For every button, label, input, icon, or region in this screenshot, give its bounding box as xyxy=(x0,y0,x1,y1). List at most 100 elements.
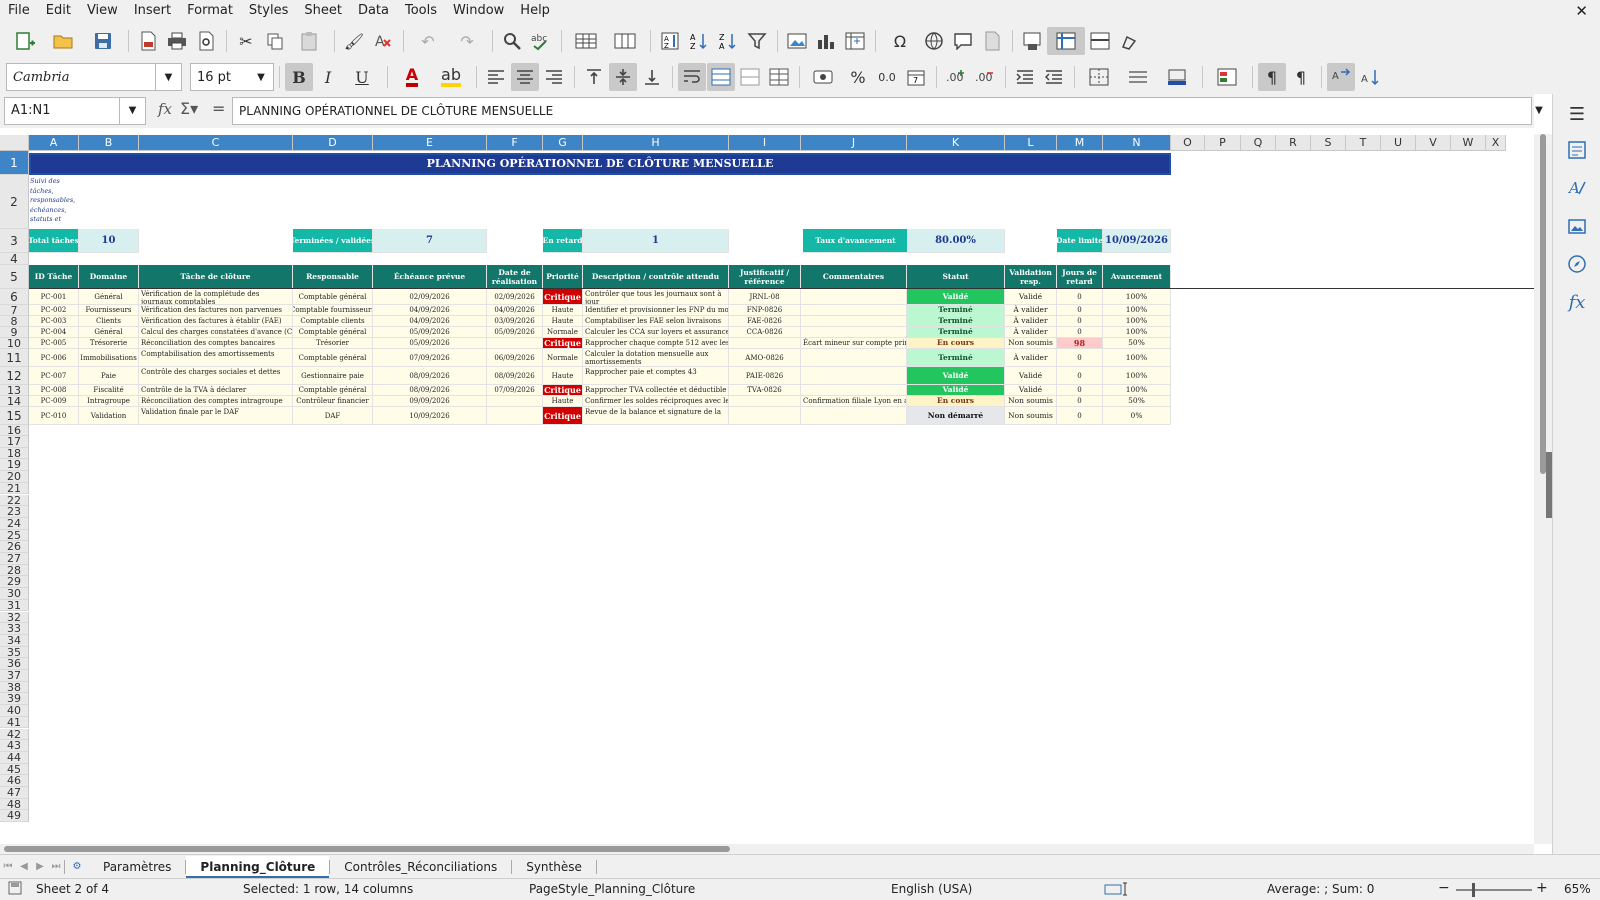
merge-center-icon[interactable] xyxy=(707,63,735,91)
table-cell-valid[interactable]: À valider xyxy=(1005,349,1057,367)
insert-image-icon[interactable] xyxy=(783,27,811,55)
table-cell-retard[interactable]: 0 xyxy=(1057,289,1103,305)
table-cell-justif[interactable]: TVA-0826 xyxy=(729,385,801,396)
headers-footers-icon[interactable] xyxy=(978,27,1006,55)
left-to-right-icon[interactable]: ¶ xyxy=(1258,63,1286,91)
table-cell-retard[interactable]: 0 xyxy=(1057,349,1103,367)
table-cell-domaine[interactable]: Trésorerie xyxy=(79,338,139,349)
add-sheet-icon[interactable]: ⚙ xyxy=(65,861,89,872)
table-cell-echeance[interactable]: 04/09/2026 xyxy=(373,305,487,316)
table-cell-desc[interactable]: Identifier et provisionner les FNP du mo… xyxy=(583,305,729,316)
table-cell-realisation[interactable] xyxy=(487,396,543,407)
vertical-scrollbar[interactable] xyxy=(1534,134,1552,844)
row-header[interactable]: 47 xyxy=(0,787,29,799)
table-cell-echeance[interactable]: 04/09/2026 xyxy=(373,316,487,327)
table-cell-desc[interactable]: Revue de la balance et signature de la xyxy=(583,407,729,425)
row-header[interactable]: 27 xyxy=(0,553,29,565)
add-decimal-icon[interactable]: .00 xyxy=(942,63,970,91)
table-column-header[interactable]: Priorité xyxy=(543,265,583,289)
sort-ascending-icon[interactable]: AZ xyxy=(685,27,713,55)
kpi-total-value[interactable]: 10 xyxy=(79,229,139,253)
table-cell-realisation[interactable]: 02/09/2026 xyxy=(487,289,543,305)
table-cell-desc[interactable]: Calculer les CCA sur loyers et assurance… xyxy=(583,327,729,338)
center-vertically-icon[interactable] xyxy=(609,63,637,91)
table-cell-retard[interactable]: 0 xyxy=(1057,396,1103,407)
table-cell-realisation[interactable]: 06/09/2026 xyxy=(487,349,543,367)
table-cell-echeance[interactable]: 08/09/2026 xyxy=(373,385,487,396)
delete-decimal-icon[interactable]: .00 xyxy=(971,63,999,91)
row-header[interactable]: 31 xyxy=(0,600,29,612)
table-cell-desc[interactable]: Rapprocher chaque compte 512 avec les re… xyxy=(583,338,729,349)
table-cell-retard[interactable]: 0 xyxy=(1057,327,1103,338)
define-print-area-icon[interactable] xyxy=(1018,27,1046,55)
column-header[interactable]: E xyxy=(373,135,487,151)
table-cell-desc[interactable]: Rapprocher TVA collectée et déductible xyxy=(583,385,729,396)
table-cell-realisation[interactable]: 03/09/2026 xyxy=(487,316,543,327)
table-cell-realisation[interactable] xyxy=(487,407,543,425)
table-cell-id[interactable]: PC-009 xyxy=(29,396,79,407)
table-cell-valid[interactable]: Non soumis xyxy=(1005,396,1057,407)
table-cell-justif[interactable]: FAE-0826 xyxy=(729,316,801,327)
table-cell-tache[interactable]: Réconciliation des comptes bancaires xyxy=(139,338,293,349)
table-cell-avancement[interactable]: 100% xyxy=(1103,327,1171,338)
table-column-header[interactable]: Date de réalisation xyxy=(487,265,543,289)
spreadsheet-grid[interactable]: A B C D E F G H I J K L M N O P Q R S T U V W X 1 2 3 4 5 6 7 8 9 10 11 12 1… xyxy=(0,128,1534,844)
table-cell-resp[interactable]: DAF xyxy=(293,407,373,425)
table-column-header[interactable]: Domaine xyxy=(79,265,139,289)
zoom-in-icon[interactable]: + xyxy=(1536,880,1548,896)
spellcheck-icon[interactable]: abc xyxy=(527,27,555,55)
table-cell-resp[interactable]: Comptable clients xyxy=(293,316,373,327)
row-header[interactable]: 1 xyxy=(0,151,29,175)
kpi-deadline-value[interactable]: 10/09/2026 xyxy=(1103,229,1171,253)
row-header[interactable]: 21 xyxy=(0,483,29,495)
table-cell-realisation[interactable]: 05/09/2026 xyxy=(487,327,543,338)
table-cell-domaine[interactable]: Clients xyxy=(79,316,139,327)
copy-icon[interactable] xyxy=(261,27,289,55)
vertical-scroll-thumb[interactable] xyxy=(1540,134,1546,474)
table-cell-id[interactable]: PC-003 xyxy=(29,316,79,327)
table-cell-justif[interactable] xyxy=(729,407,801,425)
table-cell-resp[interactable]: Comptable général xyxy=(293,327,373,338)
menu-insert[interactable]: Insert xyxy=(126,0,179,22)
table-cell-domaine[interactable]: Intragroupe xyxy=(79,396,139,407)
table-cell-id[interactable]: PC-004 xyxy=(29,327,79,338)
table-cell-priorite[interactable]: Critique xyxy=(543,289,583,305)
row-header[interactable]: 4 xyxy=(0,253,29,265)
sort-descending-icon[interactable]: ZA xyxy=(714,27,742,55)
column-icon[interactable] xyxy=(606,27,644,55)
table-cell-resp[interactable]: Contrôleur financier xyxy=(293,396,373,407)
special-character-icon[interactable]: Ω xyxy=(881,27,919,55)
table-cell-resp[interactable]: Comptable général xyxy=(293,289,373,305)
font-size-box[interactable]: 16 pt ▼ xyxy=(190,63,274,91)
table-cell-valid[interactable]: À valider xyxy=(1005,316,1057,327)
highlight-color-button[interactable]: ab xyxy=(432,63,470,91)
table-cell-id[interactable]: PC-001 xyxy=(29,289,79,305)
column-header[interactable]: I xyxy=(729,135,801,151)
row-header[interactable]: 37 xyxy=(0,670,29,682)
row-header[interactable]: 44 xyxy=(0,752,29,764)
table-cell-statut[interactable]: Terminé xyxy=(907,349,1005,367)
table-cell-resp[interactable]: Comptable général xyxy=(293,349,373,367)
table-cell-domaine[interactable]: Fiscalité xyxy=(79,385,139,396)
column-header[interactable]: A xyxy=(29,135,79,151)
open-folder-icon[interactable] xyxy=(45,27,83,55)
row-header[interactable]: 14 xyxy=(0,396,29,407)
column-header[interactable]: V xyxy=(1416,135,1451,151)
table-cell-avancement[interactable]: 100% xyxy=(1103,349,1171,367)
align-center-icon[interactable] xyxy=(511,63,539,91)
table-cell-statut[interactable]: Validé xyxy=(907,367,1005,385)
table-cell-avancement[interactable]: 100% xyxy=(1103,305,1171,316)
table-cell-tache[interactable]: Vérification des factures non parvenues xyxy=(139,305,293,316)
row-header[interactable]: 12 xyxy=(0,367,29,385)
border-color-icon[interactable] xyxy=(1158,63,1196,91)
borders-icon[interactable] xyxy=(1080,63,1118,91)
table-cell-comment[interactable] xyxy=(801,367,907,385)
table-column-header[interactable]: Validation resp. xyxy=(1005,265,1057,289)
align-left-icon[interactable] xyxy=(482,63,510,91)
undo-icon[interactable]: ↶ xyxy=(409,27,447,55)
table-cell-tache[interactable]: Calcul des charges constatées d'avance (… xyxy=(139,327,293,338)
column-header[interactable]: X xyxy=(1486,135,1506,151)
menu-styles[interactable]: Styles xyxy=(241,0,296,22)
text-direction-vertical-icon[interactable]: A xyxy=(1356,63,1384,91)
table-cell-priorite[interactable]: Haute xyxy=(543,367,583,385)
